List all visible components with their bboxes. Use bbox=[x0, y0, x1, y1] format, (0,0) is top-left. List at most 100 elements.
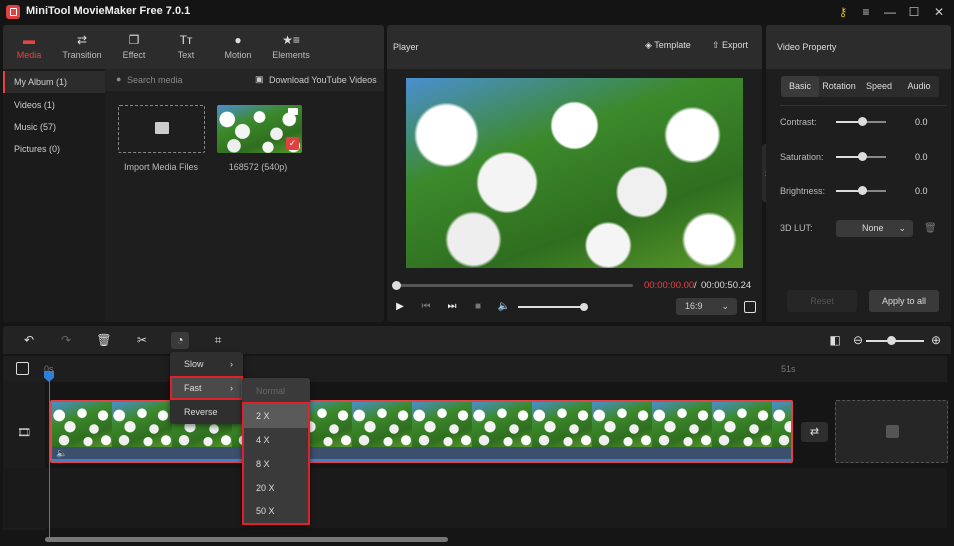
checkmark-icon: ✓ bbox=[286, 137, 299, 150]
tab-motion[interactable]: ● Motion bbox=[212, 25, 264, 69]
menu-item-reverse[interactable]: Reverse bbox=[170, 400, 243, 424]
submenu-item-8x[interactable]: 8 X bbox=[244, 452, 308, 476]
video-property-panel: Video Property Basic Rotation Speed Audi… bbox=[766, 25, 951, 322]
submenu-item-4x[interactable]: 4 X bbox=[244, 428, 308, 452]
tab-media[interactable]: ▬ Media bbox=[3, 25, 55, 69]
app-title: MiniTool MovieMaker Free 7.0.1 bbox=[26, 5, 191, 17]
contrast-handle[interactable] bbox=[858, 117, 867, 126]
media-panel: ▬ Media ⇄ Transition ❐ Effect Tт Text ● Motio… bbox=[3, 25, 384, 322]
youtube-icon: ▣ bbox=[255, 74, 264, 84]
clip-drop-zone[interactable] bbox=[835, 400, 948, 463]
text-icon: Tт bbox=[179, 33, 193, 47]
apply-to-all-button[interactable]: Apply to all bbox=[869, 290, 939, 312]
maximize-icon[interactable]: ☐ bbox=[903, 3, 925, 21]
tab-speed[interactable]: Speed bbox=[859, 76, 899, 97]
download-youtube-button[interactable]: Download YouTube Videos bbox=[269, 75, 377, 85]
close-icon[interactable]: ✕ bbox=[928, 3, 950, 21]
nav-my-album[interactable]: My Album (1) bbox=[3, 71, 105, 93]
submenu-item-20x[interactable]: 20 X bbox=[244, 476, 308, 500]
submenu-item-50x[interactable]: 50 X bbox=[244, 499, 308, 523]
top-toolbar: ▬ Media ⇄ Transition ❐ Effect Tт Text ● Motio… bbox=[3, 25, 384, 69]
tab-transition[interactable]: ⇄ Transition bbox=[56, 25, 108, 69]
menu-item-fast[interactable]: Fast › bbox=[170, 376, 243, 400]
export-button[interactable]: ⇧ Export bbox=[712, 40, 748, 51]
tab-text[interactable]: Tт Text bbox=[160, 25, 212, 69]
divider bbox=[780, 105, 946, 106]
tab-rotation[interactable]: Rotation bbox=[819, 76, 859, 97]
lut-label: 3D LUT: bbox=[780, 223, 813, 233]
trash-icon[interactable]: 🗑 bbox=[924, 223, 937, 234]
fit-timeline-icon[interactable]: ◧ bbox=[826, 332, 844, 349]
current-time: 00:00:00.00 bbox=[644, 280, 695, 291]
redo-icon[interactable]: ↷ bbox=[57, 332, 75, 349]
play-icon[interactable]: ▶ bbox=[393, 300, 407, 314]
volume-icon[interactable]: 🔈 bbox=[497, 300, 511, 314]
timeline-zoom-handle[interactable] bbox=[887, 336, 896, 345]
brightness-handle[interactable] bbox=[858, 186, 867, 195]
zoom-out-icon[interactable]: ⊖ bbox=[849, 332, 867, 349]
submenu-item-2x[interactable]: 2 X bbox=[244, 404, 308, 428]
tab-elements[interactable]: ★≡ Elements bbox=[265, 25, 317, 69]
chevron-down-icon: ⌄ bbox=[721, 301, 729, 311]
tab-effect[interactable]: ❐ Effect bbox=[108, 25, 160, 69]
fullscreen-icon[interactable] bbox=[744, 301, 756, 313]
property-tabs: Basic Rotation Speed Audio bbox=[781, 76, 939, 97]
nav-videos[interactable]: Videos (1) bbox=[3, 94, 105, 116]
nav-pictures[interactable]: Pictures (0) bbox=[3, 138, 105, 160]
add-track-icon[interactable] bbox=[16, 362, 29, 375]
minimize-icon[interactable]: — bbox=[879, 3, 901, 21]
total-time: 00:00:50.24 bbox=[701, 280, 752, 291]
chevron-down-icon: ⌄ bbox=[898, 223, 906, 233]
timeline-video-clip[interactable]: 🔈 bbox=[50, 400, 793, 463]
search-input[interactable]: Search media bbox=[127, 75, 183, 85]
import-media-button[interactable] bbox=[118, 105, 205, 153]
motion-icon: ● bbox=[234, 33, 242, 47]
submenu-item-normal: Normal bbox=[256, 386, 286, 396]
reset-button[interactable]: Reset bbox=[787, 290, 857, 312]
player-header: Player ◈ Template ⇧ Export bbox=[387, 25, 762, 69]
volume-icon[interactable]: 🔈 bbox=[56, 448, 67, 459]
brightness-label: Brightness: bbox=[780, 186, 826, 196]
media-clip-thumbnail[interactable]: ✓ bbox=[217, 105, 302, 153]
nav-music[interactable]: Music (57) bbox=[3, 116, 105, 138]
upload-icon: ⇧ bbox=[712, 40, 723, 50]
speed-icon[interactable]: ◔ bbox=[171, 332, 189, 349]
chevron-right-icon: › bbox=[230, 383, 233, 393]
transition-slot-button[interactable]: ⇄ bbox=[801, 422, 828, 442]
horizontal-scrollbar[interactable] bbox=[45, 537, 448, 542]
timeline-ruler[interactable] bbox=[3, 356, 947, 382]
playhead-line bbox=[48, 380, 50, 540]
crop-icon[interactable]: ⌗ bbox=[209, 332, 227, 349]
next-frame-icon[interactable]: ⏭ bbox=[445, 300, 459, 314]
saturation-handle[interactable] bbox=[858, 152, 867, 161]
download-icon bbox=[886, 425, 899, 438]
stop-icon[interactable]: ■ bbox=[471, 300, 485, 314]
folder-icon: ▬ bbox=[23, 33, 35, 47]
tab-basic[interactable]: Basic bbox=[781, 76, 819, 97]
split-icon[interactable]: ✂ bbox=[133, 332, 151, 349]
undo-icon[interactable]: ↶ bbox=[20, 332, 38, 349]
delete-icon[interactable]: 🗑 bbox=[95, 332, 113, 349]
aspect-ratio-select[interactable]: 16:9 ⌄ bbox=[676, 298, 737, 315]
folder-icon bbox=[155, 122, 169, 134]
video-camera-icon bbox=[288, 108, 298, 115]
previous-frame-icon[interactable]: ⏮ bbox=[419, 300, 433, 314]
media-search-bar: ● Search media ▣ Download YouTube Videos bbox=[105, 69, 384, 91]
menu-item-slow[interactable]: Slow › bbox=[170, 352, 243, 376]
template-button[interactable]: ◈ Template bbox=[645, 40, 691, 51]
layers-icon: ◈ bbox=[645, 40, 655, 50]
music-track[interactable] bbox=[3, 468, 947, 528]
key-icon[interactable]: ⚷ bbox=[832, 3, 854, 21]
tab-audio[interactable]: Audio bbox=[899, 76, 939, 97]
lut-select[interactable]: None ⌄ bbox=[836, 220, 913, 237]
volume-handle[interactable] bbox=[580, 303, 588, 311]
clip-audio-line bbox=[52, 459, 791, 461]
title-bar: MiniTool MovieMaker Free 7.0.1 ⚷ ≡ — ☐ ✕ bbox=[0, 0, 954, 24]
zoom-in-icon[interactable]: ⊕ bbox=[927, 332, 945, 349]
seek-handle[interactable] bbox=[392, 281, 401, 290]
menu-icon[interactable]: ≡ bbox=[855, 3, 877, 21]
import-media-label: Import Media Files bbox=[123, 162, 199, 172]
volume-slider[interactable] bbox=[518, 306, 584, 308]
seek-bar[interactable] bbox=[397, 284, 633, 287]
ruler-end-label: 51s bbox=[781, 364, 796, 374]
